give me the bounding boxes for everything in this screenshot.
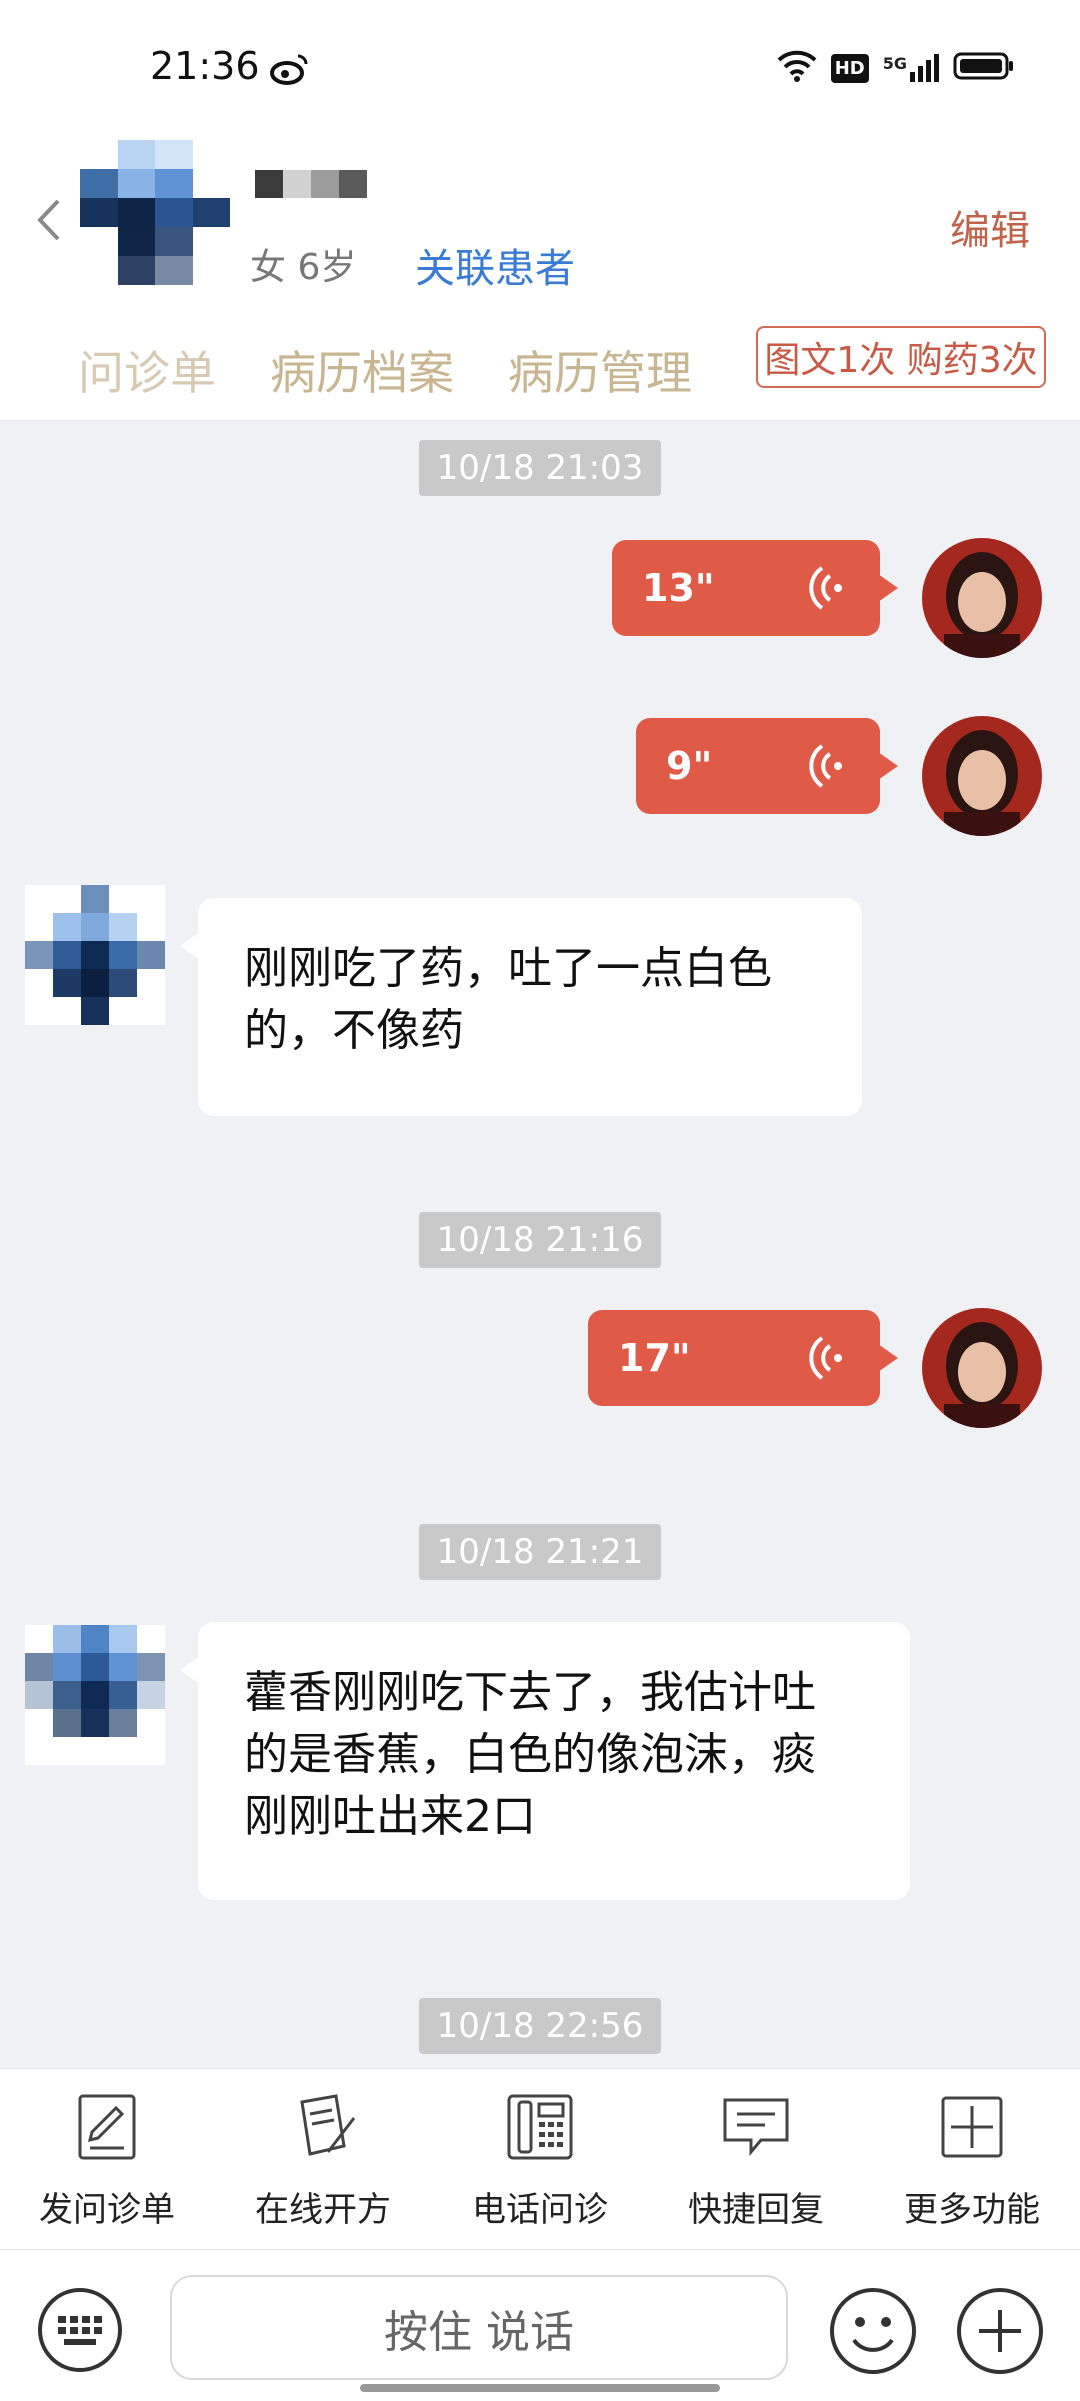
voice-duration: 9" (666, 744, 713, 788)
voice-wave-icon (809, 566, 842, 610)
voice-duration: 17" (618, 1336, 691, 1380)
status-time: 21:36 (150, 44, 260, 88)
more-functions-button[interactable]: 更多功能 (897, 2092, 1047, 2231)
message-line: 的，不像药 (244, 1005, 464, 1056)
message-timestamp: 10/18 21:21 (0, 1524, 1080, 1580)
voice-message[interactable]: 9" (636, 718, 898, 814)
send-consultation-form-button[interactable]: 发问诊单 (32, 2092, 182, 2231)
patient-chat-avatar[interactable] (25, 1625, 165, 1765)
home-indicator (360, 2384, 720, 2392)
message-line: 刚刚吐出来2口 (244, 1791, 536, 1842)
service-count-badge: 图文1次 购药3次 (756, 326, 1046, 388)
message-line: 刚刚吃了药，吐了一点白色 (244, 943, 772, 994)
patient-avatar[interactable] (80, 140, 230, 285)
link-patient-button[interactable]: 关联患者 (415, 236, 575, 294)
hold-to-talk-button[interactable]: 按住 说话 (170, 2275, 788, 2380)
hd-badge: HD (830, 53, 869, 83)
prescription-pen-icon (300, 2094, 356, 2156)
keyboard-icon[interactable] (36, 2286, 124, 2374)
signal-icon: 5G (883, 54, 939, 82)
doctor-avatar[interactable] (922, 1308, 1042, 1428)
patient-name-redacted (255, 170, 367, 198)
message-timestamp: 10/18 22:56 (0, 1998, 1080, 2054)
tab-medical-records[interactable]: 病历档案 (270, 337, 454, 403)
edit-button[interactable]: 编辑 (950, 198, 1030, 256)
wifi-icon (777, 50, 817, 86)
tab-record-management[interactable]: 病历管理 (508, 337, 692, 403)
voice-wave-icon (809, 1336, 842, 1380)
status-icons: HD 5G (777, 50, 1015, 86)
emoji-icon[interactable] (828, 2286, 918, 2376)
phone-consultation-button[interactable]: 电话问诊 (465, 2092, 615, 2231)
message-timestamp: 10/18 21:16 (0, 1212, 1080, 1268)
voice-duration: 13" (642, 566, 715, 610)
message-timestamp: 10/18 21:03 (0, 440, 1080, 496)
voice-message[interactable]: 17" (588, 1310, 898, 1406)
patient-chat-avatar[interactable] (25, 885, 165, 1025)
text-message-bubble[interactable]: 藿香刚刚吃下去了，我估计吐 的是香蕉，白色的像泡沫，痰 刚刚吐出来2口 (180, 1622, 910, 1900)
doctor-avatar[interactable] (922, 716, 1042, 836)
message-line: 藿香刚刚吃下去了，我估计吐 (244, 1667, 816, 1718)
back-arrow-icon[interactable] (34, 195, 64, 245)
battery-icon (953, 51, 1015, 85)
quick-reply-button[interactable]: 快捷回复 (681, 2092, 831, 2231)
message-icon (723, 2098, 789, 2157)
plus-icon[interactable] (955, 2286, 1045, 2376)
message-line: 的是香蕉，白色的像泡沫，痰 (244, 1729, 816, 1780)
form-edit-icon (78, 2094, 136, 2160)
patient-gender-age: 女 6岁 (250, 247, 357, 288)
plus-square-icon (941, 2096, 1003, 2158)
voice-message[interactable]: 13" (612, 540, 898, 636)
text-message-bubble[interactable]: 刚刚吃了药，吐了一点白色 的，不像药 (180, 898, 862, 1116)
tab-consultation-form[interactable]: 问诊单 (78, 337, 216, 403)
online-prescription-button[interactable]: 在线开方 (248, 2092, 398, 2231)
voice-wave-icon (809, 744, 842, 788)
weibo-icon (270, 52, 310, 86)
doctor-avatar[interactable] (922, 538, 1042, 658)
phone-icon (507, 2094, 573, 2160)
